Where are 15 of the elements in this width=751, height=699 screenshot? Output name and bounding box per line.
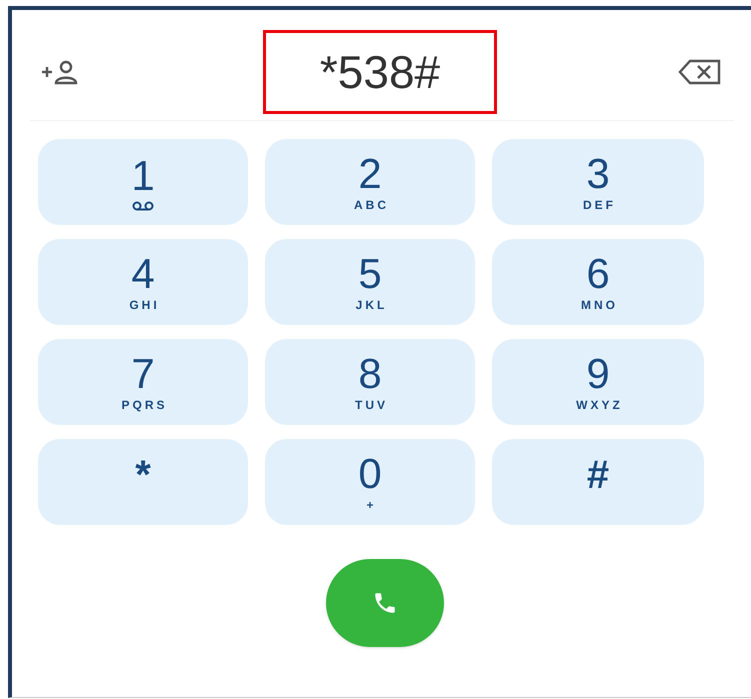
dial-key[interactable]: 8 TUV: [265, 339, 475, 425]
dial-key[interactable]: 7 PQRS: [38, 339, 248, 425]
dial-key[interactable]: 6 MNO: [492, 239, 704, 325]
dial-key[interactable]: 2 ABC: [265, 139, 475, 225]
dial-key[interactable]: 1: [38, 139, 248, 225]
backspace-icon[interactable]: [678, 59, 722, 85]
dial-key[interactable]: *: [38, 439, 248, 525]
voicemail-icon: [132, 200, 154, 210]
dial-key[interactable]: 3 DEF: [492, 139, 704, 225]
dial-key[interactable]: 5 JKL: [265, 239, 475, 325]
dial-key[interactable]: #: [492, 439, 704, 525]
dial-key[interactable]: 0 +: [265, 439, 475, 525]
dialed-number: *538#: [263, 30, 497, 114]
dial-key[interactable]: 4 GHI: [38, 239, 248, 325]
dial-key[interactable]: 9 WXYZ: [492, 339, 704, 425]
